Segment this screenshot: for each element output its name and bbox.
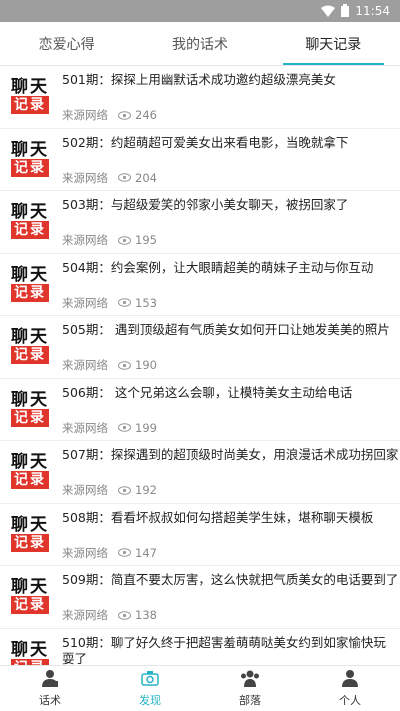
thumb-text-top: 聊天 — [11, 327, 49, 347]
eye-icon — [118, 235, 131, 245]
item-views: 147 — [135, 545, 157, 560]
item-title: 504期：约会案例，让大眼睛超美的萌妹子主动与你互动 — [62, 259, 374, 275]
thumb-text-bottom: 记录 — [11, 96, 49, 114]
thumb-text-top: 聊天 — [11, 389, 49, 410]
nav-item-tribe[interactable]: 部落 — [200, 666, 300, 711]
tab-chat-records[interactable]: 聊天记录 — [267, 22, 400, 65]
eye-icon — [118, 173, 131, 182]
person-icon — [41, 669, 59, 690]
item-title: 506期： 这个兄弟这么会聊，让模特美女主动给电话 — [62, 384, 353, 400]
thumb-text-bottom: 记录 — [11, 158, 49, 177]
item-source: 来源网络 — [62, 420, 108, 435]
eye-icon — [118, 610, 131, 620]
thumb-text-bottom: 记录 — [11, 346, 49, 364]
item-views: 246 — [135, 108, 157, 122]
nav-item-scripts[interactable]: 话术 — [0, 666, 100, 711]
item-source: 来源网络 — [62, 108, 108, 122]
thumb-text-top: 聊天 — [11, 639, 49, 660]
item-source: 来源网络 — [62, 233, 108, 247]
chat-record-thumbnail: 聊天 记录 — [8, 324, 52, 368]
item-title: 507期：探探遇到的超顶级时尚美女，用浪漫话术成功拐回家 — [62, 447, 399, 462]
item-views: 138 — [135, 608, 157, 622]
thumb-text-bottom: 记录 — [11, 533, 49, 552]
list-item[interactable]: 聊天 记录 508期：看看坏叔叔如何勾搭超美学生妹，堪称聊天模板 来源网络 14… — [0, 504, 400, 566]
eye-icon — [118, 485, 131, 495]
item-source: 来源网络 — [62, 170, 108, 185]
item-views: 195 — [135, 233, 157, 247]
item-source: 来源网络 — [62, 295, 108, 310]
item-title: 502期：约超萌超可爱美女出来看电影，当晚就拿下 — [62, 134, 349, 150]
item-source: 来源网络 — [62, 483, 108, 497]
list-item[interactable]: 聊天 记录 509期：简直不要太厉害，这么快就把气质美女的电话要到了 来源网络 … — [0, 566, 400, 629]
item-title: 503期：与超级爱笑的邻家小美女聊天，被拐回家了 — [62, 197, 349, 212]
chat-record-thumbnail: 聊天 记录 — [8, 449, 52, 493]
camera-icon — [141, 669, 159, 690]
eye-icon — [118, 298, 131, 307]
item-source: 来源网络 — [62, 545, 108, 560]
thumb-text-top: 聊天 — [11, 577, 49, 597]
battery-icon — [341, 2, 350, 21]
group-icon — [240, 669, 260, 690]
status-time: 11:54 — [355, 4, 390, 18]
list-item[interactable]: 聊天 记录 503期：与超级爱笑的邻家小美女聊天，被拐回家了 来源网络 195 — [0, 191, 400, 254]
chat-record-thumbnail: 聊天 记录 — [8, 574, 52, 618]
eye-icon — [118, 360, 131, 370]
thumb-text-bottom: 记录 — [11, 221, 49, 239]
thumb-text-top: 聊天 — [11, 139, 49, 160]
chat-record-thumbnail: 聊天 记录 — [8, 74, 52, 118]
eye-icon — [118, 423, 131, 432]
nav-item-profile[interactable]: 个人 — [300, 666, 400, 711]
chat-record-thumbnail: 聊天 记录 — [8, 387, 52, 431]
chat-record-thumbnail: 聊天 记录 — [8, 637, 52, 665]
item-title: 501期：探探上用幽默话术成功邀约超级漂亮美女 — [62, 72, 336, 87]
user-icon — [341, 669, 359, 690]
thumb-text-top: 聊天 — [11, 264, 49, 285]
chat-record-thumbnail: 聊天 记录 — [8, 137, 52, 181]
thumb-text-top: 聊天 — [11, 452, 49, 472]
thumb-text-top: 聊天 — [11, 202, 49, 222]
item-title: 510期：聊了好久终于把超害羞萌萌哒美女约到如家愉快玩耍了 — [62, 634, 386, 666]
item-views: 204 — [135, 170, 157, 185]
chat-record-thumbnail: 聊天 记录 — [8, 512, 52, 556]
item-views: 192 — [135, 483, 157, 497]
list-item[interactable]: 聊天 记录 507期：探探遇到的超顶级时尚美女，用浪漫话术成功拐回家 来源网络 … — [0, 441, 400, 504]
bottom-nav: 话术 发现 部落 个人 — [0, 665, 400, 711]
item-source: 来源网络 — [62, 608, 108, 622]
list-item[interactable]: 聊天 记录 504期：约会案例，让大眼睛超美的萌妹子主动与你互动 来源网络 15… — [0, 254, 400, 316]
eye-icon — [118, 110, 131, 120]
nav-label: 个人 — [339, 694, 361, 707]
eye-icon — [118, 548, 131, 557]
thumb-text-top: 聊天 — [11, 77, 49, 97]
item-source: 来源网络 — [62, 358, 108, 372]
item-views: 190 — [135, 358, 157, 372]
nav-item-discover[interactable]: 发现 — [100, 666, 200, 711]
thumb-text-top: 聊天 — [11, 514, 49, 535]
nav-label: 发现 — [139, 694, 161, 707]
thumb-text-bottom: 记录 — [11, 596, 49, 614]
thumb-text-bottom: 记录 — [11, 471, 49, 489]
nav-label: 话术 — [39, 694, 61, 707]
item-views: 153 — [135, 295, 157, 310]
thumb-text-bottom: 记录 — [11, 408, 49, 427]
item-title: 505期： 遇到顶级超有气质美女如何开口让她发美美的照片 — [62, 322, 390, 337]
nav-label: 部落 — [239, 694, 261, 707]
chat-record-thumbnail: 聊天 记录 — [8, 199, 52, 243]
list-item[interactable]: 聊天 记录 506期： 这个兄弟这么会聊，让模特美女主动给电话 来源网络 199 — [0, 379, 400, 441]
chat-record-list[interactable]: 聊天 记录 501期：探探上用幽默话术成功邀约超级漂亮美女 来源网络 246 聊… — [0, 66, 400, 665]
item-title: 509期：简直不要太厉害，这么快就把气质美女的电话要到了 — [62, 572, 399, 587]
item-title: 508期：看看坏叔叔如何勾搭超美学生妹，堪称聊天模板 — [62, 509, 374, 525]
tab-my-scripts[interactable]: 我的话术 — [133, 22, 266, 65]
top-tabs: 恋爱心得 我的话术 聊天记录 — [0, 22, 400, 66]
status-bar: 11:54 — [0, 0, 400, 22]
item-views: 199 — [135, 420, 157, 435]
list-item[interactable]: 聊天 记录 505期： 遇到顶级超有气质美女如何开口让她发美美的照片 来源网络 … — [0, 316, 400, 379]
list-item[interactable]: 聊天 记录 501期：探探上用幽默话术成功邀约超级漂亮美女 来源网络 246 — [0, 66, 400, 129]
thumb-text-bottom: 记录 — [11, 283, 49, 302]
list-item[interactable]: 聊天 记录 510期：聊了好久终于把超害羞萌萌哒美女约到如家愉快玩耍了 — [0, 629, 400, 666]
chat-record-thumbnail: 聊天 记录 — [8, 262, 52, 306]
tab-love-tips[interactable]: 恋爱心得 — [0, 22, 133, 65]
wifi-icon — [321, 2, 336, 21]
list-item[interactable]: 聊天 记录 502期：约超萌超可爱美女出来看电影，当晚就拿下 来源网络 204 — [0, 129, 400, 191]
